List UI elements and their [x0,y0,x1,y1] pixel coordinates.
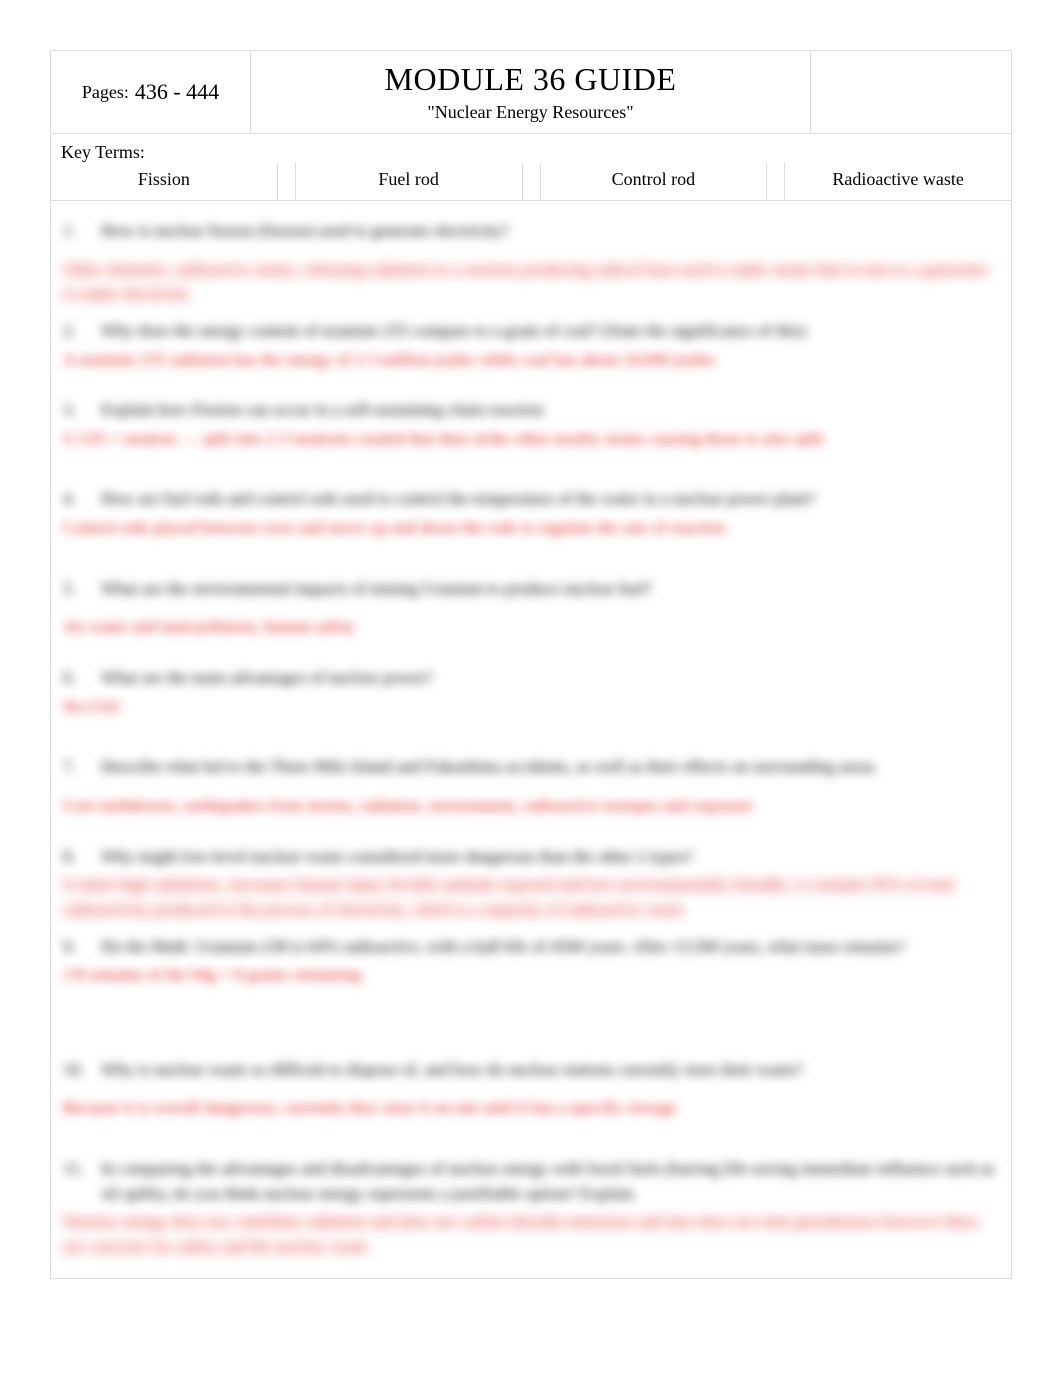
q-num: 6. [63,666,85,691]
q-num: 11. [63,1157,85,1206]
q-num: 4. [63,487,85,512]
module-title: MODULE 36 GUIDE [385,61,677,98]
qa-3: 3. Explain how Fission can occur in a sel… [63,398,999,451]
keyterm-sep [278,163,296,200]
q-num: 5. [63,577,85,602]
keyterm-4: Radioactive waste [785,163,1011,200]
q-text: What are the environmental impacts of mi… [101,577,652,602]
q-num: 10. [63,1058,85,1083]
q-text: In comparing the advantages and disadvan… [101,1157,999,1206]
keyterms-label: Key Terms: [51,134,1011,163]
keyterm-sep [523,163,541,200]
qa-6: 6. What are the main advantages of nuclea… [63,666,999,719]
qa-4: 4. How are fuel rods and control rods use… [63,487,999,540]
pages-label: Pages: [82,82,129,103]
a-text: U-235 + neutron → split into 2-3 neutron… [63,427,999,452]
a-text: Other elements, radioactive atoms, relea… [63,258,999,307]
a-text: Core meltdowns, earthquakes from storms,… [63,794,999,819]
q-text: Describe what led to the Three Mile Isla… [101,755,878,780]
header-spacer [811,51,1011,133]
q-text: Why does the energy content of uranium 2… [101,319,806,344]
title-cell: MODULE 36 GUIDE "Nuclear Energy Resource… [251,51,811,133]
pages-value: 436 - 444 [135,79,219,105]
pages-cell: Pages: 436 - 444 [51,51,251,133]
keyterms-row: Fission Fuel rod Control rod Radioactive… [51,163,1011,201]
qa-10: 10. Why is nuclear waste so difficult to … [63,1058,999,1121]
keyterm-1: Fission [51,163,278,200]
q-num: 1. [63,219,85,244]
a-text: Air water and land pollution, human safe… [63,615,999,640]
qa-7: 7. Describe what led to the Three Mile Is… [63,755,999,818]
a-text: No CO2 [63,695,999,720]
qa-2: 2. Why does the energy content of uranium… [63,319,999,372]
worksheet-container: Pages: 436 - 444 MODULE 36 GUIDE "Nuclea… [50,50,1012,1279]
qa-1: 1. How is nuclear fission (fission) used … [63,219,999,307]
q-text: Do the Math: Uranium-238 is 64% radioact… [101,935,905,960]
q-text: Explain how Fission can occur in a self-… [101,398,543,423]
q-num: 9. [63,935,85,960]
questions-area: 1. How is nuclear fission (fission) used … [51,201,1011,1278]
q-text: What are the main advantages of nuclear … [101,666,433,691]
a-text: It emits high radiations, increases huma… [63,873,999,922]
qa-5: 5. What are the environmental impacts of … [63,577,999,640]
qa-8: 8. Why might low-level nuclear waste cons… [63,845,999,923]
q-text: Why might low-level nuclear waste consid… [101,845,693,870]
q-num: 8. [63,845,85,870]
module-subtitle: "Nuclear Energy Resources" [427,102,633,123]
qa-9: 9. Do the Math: Uranium-238 is 64% radioa… [63,935,999,988]
keyterm-sep [767,163,785,200]
q-num: 2. [63,319,85,344]
a-text: A uranium 235 radiation has the energy o… [63,348,999,373]
a-text: 1/8 remains of the 64g = 8 grams remaini… [63,963,999,988]
qa-11: 11. In comparing the advantages and disad… [63,1157,999,1260]
keyterm-3: Control rod [541,163,768,200]
a-text: Control rods placed between rows and mov… [63,516,999,541]
q-text: How are fuel rods and control rods used … [101,487,815,512]
header-row: Pages: 436 - 444 MODULE 36 GUIDE "Nuclea… [51,51,1011,134]
keyterm-2: Fuel rod [296,163,523,200]
q-num: 3. [63,398,85,423]
a-text: Nuclear energy does not contribute radia… [63,1210,999,1259]
a-text: Because it is overall dangerous; current… [63,1096,999,1121]
q-text: Why is nuclear waste so difficult to dis… [101,1058,803,1083]
q-num: 7. [63,755,85,780]
q-text: How is nuclear fission (fission) used to… [101,219,509,244]
